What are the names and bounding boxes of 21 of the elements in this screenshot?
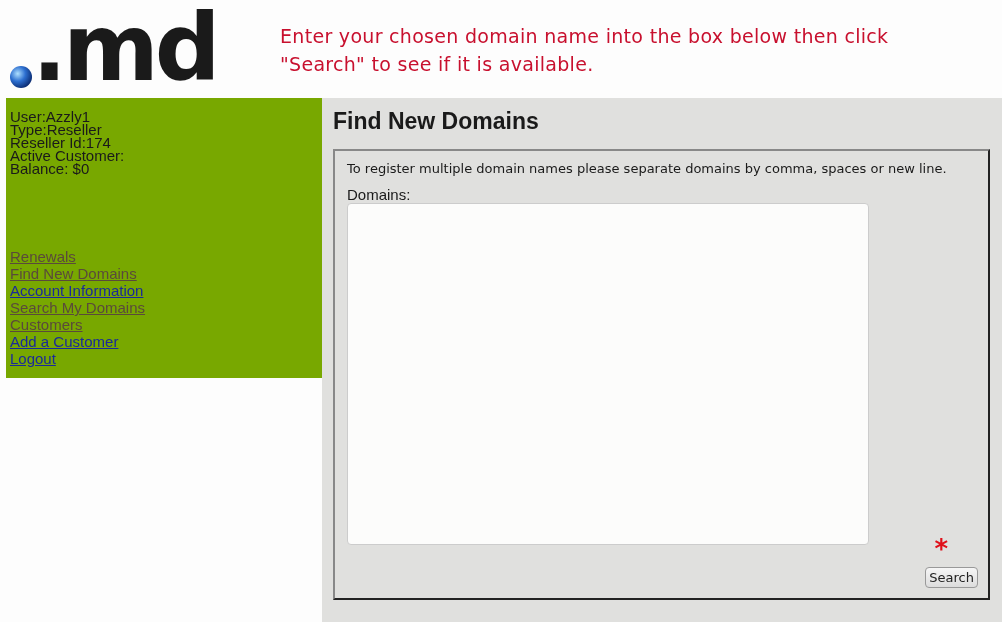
sphere-icon: [10, 66, 32, 88]
nav-link[interactable]: Add a Customer: [10, 333, 119, 350]
instruction-text: Enter your chosen domain name into the box below then click "Search" to see if it is available.: [280, 24, 890, 77]
domains-input-field[interactable]: [347, 203, 869, 545]
required-mark: *: [934, 539, 948, 559]
field-label: Domains:: [347, 186, 412, 203]
nav-link[interactable]: Customers: [10, 316, 83, 333]
account-info-text: User:Azzly1: [10, 110, 91, 123]
nav-link[interactable]: Account Information: [10, 282, 144, 299]
nav-link[interactable]: Logout: [10, 350, 56, 367]
nav-link[interactable]: Renewals: [10, 248, 76, 265]
logo-text: .md: [32, 6, 217, 92]
search-button[interactable]: Search: [925, 567, 978, 588]
account-info-text: Reseller Id:174: [10, 136, 112, 149]
nav-link[interactable]: Search My Domains: [10, 299, 146, 316]
account-info-text: Active Customer:: [10, 149, 126, 162]
nav-link[interactable]: Find New Domains: [10, 265, 137, 282]
account-info-text: Balance: $0: [10, 162, 90, 175]
page-title: Find New Domains: [333, 108, 540, 135]
instruction-note: To register multiple domain names please separate domains by comma, spaces or new line.: [347, 161, 948, 176]
account-info-text: Type:Reseller: [10, 123, 102, 136]
